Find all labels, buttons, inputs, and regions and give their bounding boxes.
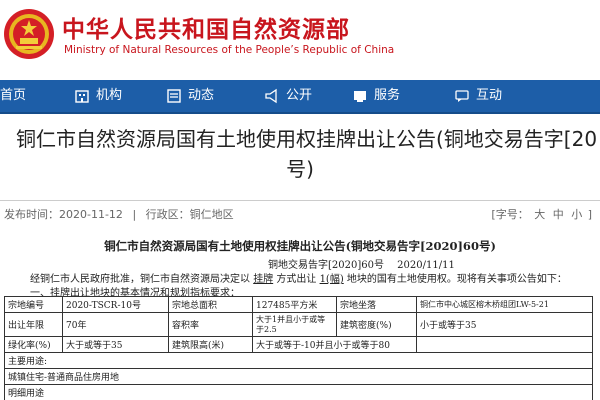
font-size-end: ] (587, 208, 592, 221)
table-row: 宗地编号 2020-TSCR-10号 宗地总面积 127485平方米 宗地坐落 … (4, 296, 593, 313)
table-cell: 127485平方米 (252, 296, 337, 313)
site-name-cn[interactable]: 中华人民共和国自然资源部 (62, 10, 350, 44)
service-icon (354, 91, 366, 102)
national-emblem-icon[interactable] (2, 6, 56, 62)
table-cell: 大于或等于35 (62, 336, 169, 353)
table-row: 出让年限 70年 容积率 大于1并且小于或等于2.5 建筑密度(%) 小于或等于… (4, 312, 593, 337)
table-cell: 大于1并且小于或等于2.5 (252, 312, 337, 337)
para-method: 挂牌 (253, 274, 274, 285)
table-cell: 宗地坐落 (336, 296, 417, 313)
nav-item-institutions[interactable]: 机构 (74, 80, 122, 112)
table-row: 主要用途: (4, 352, 593, 369)
table-row: 城镇住宅-普通商品住房用地 (4, 368, 593, 385)
nav-item-service[interactable]: 服务 (352, 80, 400, 112)
para-count: 1(幅) (319, 274, 344, 285)
news-icon (167, 89, 181, 103)
table-cell: 绿化率(%) (4, 336, 63, 353)
nav-item-news[interactable]: 动态 (166, 80, 214, 112)
meta-separator: | (132, 208, 137, 221)
nav-label-interact: 互动 (476, 88, 503, 103)
doc-paragraph: 经铜仁市人民政府批准，铜仁市自然资源局决定以 挂牌 方式出让 1(幅) 地块的国… (30, 270, 567, 285)
chat-icon (455, 90, 469, 102)
font-size-control: [字号： 大 中 小 ] (491, 206, 592, 222)
nav-label-service: 服务 (374, 88, 401, 103)
building-icon (75, 90, 89, 103)
table-cell: 2020-TSCR-10号 (62, 296, 169, 313)
nav-item-home[interactable]: 首页 (0, 80, 26, 112)
doc-subline: 铜地交易告字[2020]60号 2020/11/11 (268, 256, 465, 271)
page-title-line2: 号) (286, 157, 314, 181)
table-cell: 建筑限高(米) (168, 336, 253, 353)
table-cell: 小于或等于35 (416, 312, 593, 337)
page-title: 铜仁市自然资源局国有土地使用权挂牌出让公告(铜地交易告字[20 号) (0, 124, 600, 186)
title-divider (0, 200, 600, 201)
font-size-medium-link[interactable]: 中 (553, 208, 564, 221)
table-cell: 出让年限 (4, 312, 63, 337)
nav-label-home: 首页 (0, 88, 27, 103)
table-cell: 铜仁市中心城区榕木桥组团LW-5-21 (416, 296, 593, 313)
nav-label-news: 动态 (188, 88, 215, 103)
region: 行政区：铜仁地区 (145, 208, 234, 221)
table-cell: 宗地编号 (4, 296, 63, 313)
table-cell: 大于或等于-10并且小于或等于80 (252, 336, 417, 353)
table-cell: 城镇住宅-普通商品住房用地 (4, 368, 593, 385)
table-cell: 容积率 (168, 312, 253, 337)
doc-title: 铜仁市自然资源局国有土地使用权挂牌出让公告(铜地交易告字[2020]60号) (104, 239, 496, 253)
font-size-small-link[interactable]: 小 (571, 208, 582, 221)
table-cell: 宗地总面积 (168, 296, 253, 313)
table-cell: 70年 (62, 312, 169, 337)
nav-label-institutions: 机构 (96, 88, 123, 103)
font-size-label: [字号： (491, 208, 529, 221)
para-mid: 方式出让 (276, 274, 317, 285)
land-info-table: 宗地编号 2020-TSCR-10号 宗地总面积 127485平方米 宗地坐落 … (4, 296, 593, 400)
table-row: 绿化率(%) 大于或等于35 建筑限高(米) 大于或等于-10并且小于或等于80 (4, 336, 593, 353)
publish-date: 发布时间：2020-11-12 (4, 208, 123, 221)
font-size-large-link[interactable]: 大 (534, 208, 545, 221)
nav-item-public[interactable]: 公开 (264, 80, 312, 112)
megaphone-icon (265, 88, 277, 104)
main-nav: 首页 机构 动态 公开 服务 互动 (0, 80, 600, 114)
site-name-en: Ministry of Natural Resources of the Peo… (64, 44, 395, 56)
page-title-line1: 铜仁市自然资源局国有土地使用权挂牌出让公告(铜地交易告字[20 (16, 127, 598, 151)
article-meta: 发布时间：2020-11-12 | 行政区：铜仁地区 (4, 206, 240, 222)
nav-item-interact[interactable]: 互动 (454, 80, 502, 112)
site-header: 中华人民共和国自然资源部 Ministry of Natural Resourc… (0, 0, 600, 80)
table-row: 明细用途 (4, 384, 593, 400)
nav-label-public: 公开 (286, 88, 313, 103)
table-cell: 建筑密度(%) (336, 312, 417, 337)
table-cell: 主要用途: (4, 352, 593, 369)
table-cell (416, 336, 593, 353)
para-suffix: 地块的国有土地使用权。现将有关事项公告如下： (346, 274, 567, 285)
table-cell: 明细用途 (4, 384, 593, 400)
